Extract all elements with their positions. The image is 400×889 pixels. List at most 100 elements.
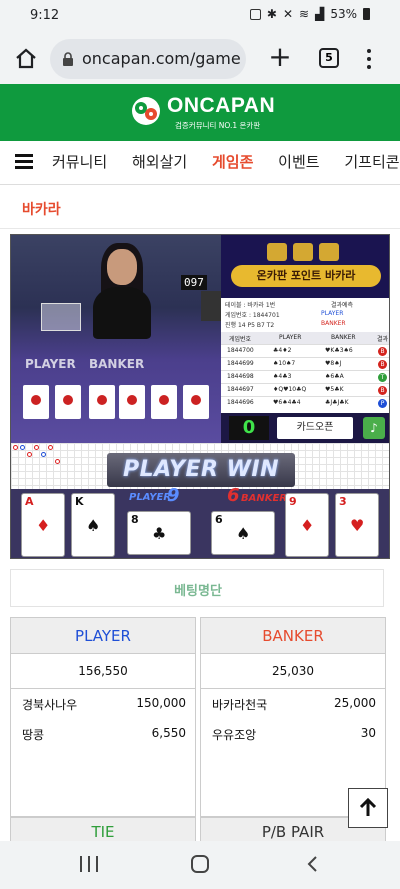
nav-item-gifticon[interactable]: 기프티콘	[344, 153, 399, 171]
history-player-cards: ♠10♠7	[273, 360, 296, 367]
prediction-player[interactable]: PLAYER	[321, 310, 343, 317]
logo-tagline: 검증커뮤니티 NO.1 온카판	[175, 121, 261, 130]
history-header: 게임번호 PLAYER BANKER 결과	[221, 332, 389, 344]
history-player-cards: ♥6♠4♣4	[273, 399, 301, 406]
history-col-banker: BANKER	[331, 334, 356, 341]
live-video: 097 PLAYER BANKER	[11, 235, 221, 443]
scroll-top-button[interactable]	[348, 788, 388, 828]
card-rank: A	[25, 495, 34, 508]
bettor-name: 경북사나우	[22, 698, 78, 712]
history-banker-cards: ♥K♣3♠6	[325, 347, 353, 354]
battery-icon	[363, 8, 370, 20]
page-title: 바카라	[22, 202, 61, 218]
road-dot	[55, 459, 60, 464]
more-menu-button[interactable]	[362, 46, 376, 72]
banker-card-3: 6 ♠	[211, 511, 275, 555]
tab-switcher-button[interactable]: 5	[319, 48, 339, 68]
banker-card-2: 3 ♥	[335, 493, 379, 557]
player-card-3: 8 ♣	[127, 511, 191, 555]
history-round: 1844698	[227, 373, 254, 380]
road-dot	[27, 452, 32, 457]
history-banker-cards: ♠6♣A	[325, 373, 344, 380]
card-suit: ♦	[300, 516, 315, 535]
round-meta: 테이블 : 바카라 1번 게임번호 : 1844701 진행 14 P5 B7 …	[221, 298, 389, 332]
card-rank: 3	[339, 495, 347, 508]
back-icon[interactable]	[304, 855, 322, 873]
history-row: 1844696 ♥6♠4♣4 ♣J♣J♣K P	[221, 396, 389, 409]
banker-card-1: 9 ♦	[285, 493, 329, 557]
nav-item-community[interactable]: 커뮤니티	[52, 153, 107, 171]
history-row: 1844698 ♠4♣3 ♠6♣A T	[221, 370, 389, 383]
history-col-round: 게임번호	[229, 336, 252, 343]
prediction-title: 결과예측	[331, 302, 354, 309]
card-rank: 9	[289, 495, 297, 508]
menu-icon[interactable]	[15, 154, 33, 170]
result-cards: A ♦ K ♠ PLAYER 9 8 ♣ 6 BANKER 6 ♠ 9 ♦ 3 …	[11, 485, 389, 558]
history-col-result: 결과	[377, 336, 389, 343]
wifi-icon: ≋	[299, 7, 310, 21]
card-suit: ♥	[350, 516, 365, 535]
road-dot	[41, 452, 46, 457]
address-bar[interactable]: oncapan.com/game	[50, 39, 246, 79]
promo-banner: 온카판 포인트 바카라	[221, 235, 389, 298]
sound-icon[interactable]: ♪	[363, 417, 385, 439]
history-banker-cards: ♣J♣J♣K	[325, 399, 349, 406]
history-round: 1844697	[227, 386, 254, 393]
dealer-face	[107, 249, 137, 285]
home-icon	[16, 48, 36, 69]
player-score: 9	[167, 485, 180, 506]
nav-item-overseas[interactable]: 해외살기	[132, 153, 187, 171]
recent-apps-icon[interactable]	[80, 856, 98, 872]
bet-amount: 150,000	[136, 696, 186, 710]
table-card	[23, 385, 49, 419]
card-open-button[interactable]: 카드오픈	[277, 417, 353, 439]
betting-list-title: 베팅명단	[174, 584, 222, 599]
screen: 9:12 ✱ ✕ ≋ ▟ 53% oncapan.com/game + 5 ON…	[0, 0, 400, 889]
player-card-1: A ♦	[21, 493, 65, 557]
history-table: 게임번호 PLAYER BANKER 결과 1844700 ♣4♦2 ♥K♣3♠6 B…	[221, 332, 389, 412]
road-dot	[34, 445, 39, 450]
betting-list-header: 베팅명단	[10, 569, 384, 607]
main-nav: 커뮤니티 해외살기 게임존 이벤트 기프티콘	[0, 141, 400, 185]
new-tab-button[interactable]: +	[266, 43, 294, 72]
history-round: 1844699	[227, 360, 254, 367]
nav-item-events[interactable]: 이벤트	[278, 153, 319, 171]
card-suit: ♣	[152, 524, 167, 543]
table-card	[119, 385, 145, 419]
table-banker-label: BANKER	[89, 357, 145, 371]
home-button[interactable]	[12, 45, 40, 73]
history-row: 1844700 ♣4♦2 ♥K♣3♠6 B	[221, 344, 389, 357]
table-card	[55, 385, 81, 419]
slot-reel	[293, 243, 313, 261]
card-rank: 6	[215, 513, 223, 526]
bet-amount: 25,000	[334, 696, 376, 710]
card-suit: ♦	[36, 516, 51, 535]
history-player-cards: ♣4♦2	[273, 347, 292, 354]
site-header: ONCAPAN 검증커뮤니티 NO.1 온카판	[0, 84, 400, 141]
history-result-badge: B	[378, 347, 387, 356]
banker-result-label: BANKER	[241, 493, 288, 504]
player-bets-title: PLAYER	[11, 618, 195, 654]
status-bar: 9:12 ✱ ✕ ≋ ▟ 53%	[0, 0, 400, 34]
site-logo[interactable]: ONCAPAN 검증커뮤니티 NO.1 온카판	[129, 94, 275, 132]
nav-item-gamezone[interactable]: 게임존	[212, 153, 253, 171]
banker-score: 6	[227, 485, 240, 506]
prediction-banker[interactable]: BANKER	[321, 320, 346, 327]
history-result-badge: T	[378, 373, 387, 382]
history-row: 1844697 ♦Q♥10♣Q ♥5♣K B	[221, 383, 389, 396]
player-bets-panel: PLAYER 156,550 경북사나우 150,000 땅콩 6,550	[10, 617, 196, 817]
lock-icon	[63, 52, 73, 66]
road-dot	[48, 445, 53, 450]
browser-toolbar: oncapan.com/game + 5	[0, 34, 400, 84]
history-banker-cards: ♥5♣K	[325, 386, 344, 393]
history-round: 1844696	[227, 399, 254, 406]
baccarat-game: 097 PLAYER BANKER 온카판 포인트 바카라 테이블 : 바카라 …	[10, 234, 390, 559]
table-card	[183, 385, 209, 419]
slot-reel	[267, 243, 287, 261]
card-rank: 8	[131, 513, 139, 526]
table-card	[151, 385, 177, 419]
home-key-icon[interactable]	[191, 855, 209, 873]
win-banner: PLAYER WIN	[107, 453, 295, 487]
signal-icon: ▟	[315, 7, 325, 21]
banker-bets-title: BANKER	[201, 618, 385, 654]
